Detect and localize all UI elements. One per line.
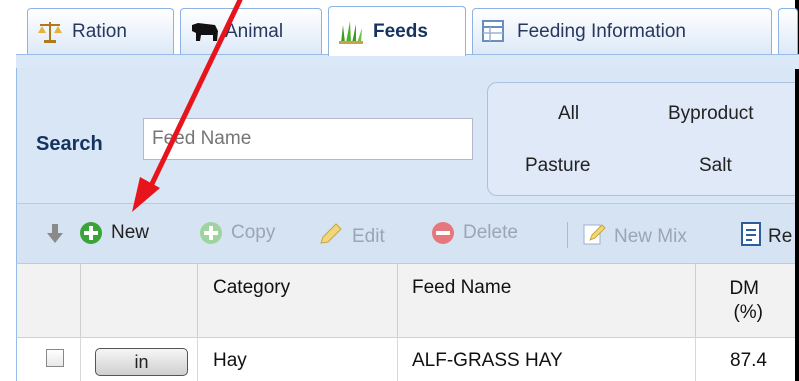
row-feed-name: ALF-GRASS HAY <box>412 350 563 371</box>
row-select-checkbox[interactable] <box>46 349 64 367</box>
new-button-label: New <box>111 222 150 243</box>
row-category: Hay <box>213 350 247 371</box>
pencil-icon <box>318 222 344 252</box>
delete-button-label: Delete <box>463 222 518 243</box>
tab-feeds[interactable]: Feeds <box>328 6 466 56</box>
filter-byproduct[interactable]: Byproduct <box>668 103 754 125</box>
column-header-dm[interactable]: DM (%) <box>695 263 795 337</box>
category-filter-group <box>487 82 795 196</box>
feed-name-search-input[interactable] <box>143 118 473 160</box>
move-down-button[interactable] <box>46 222 64 250</box>
edit-button-label: Edit <box>352 226 385 247</box>
delete-button[interactable]: Delete <box>432 222 518 244</box>
new-mix-button-label: New Mix <box>614 226 687 247</box>
row-divider <box>397 337 398 381</box>
toolbar-separator <box>567 222 568 248</box>
plus-icon <box>200 222 222 244</box>
copy-button-label: Copy <box>231 222 276 243</box>
copy-button[interactable]: Copy <box>200 222 275 244</box>
filter-salt[interactable]: Salt <box>699 155 732 177</box>
cow-icon <box>189 19 218 45</box>
column-header-dm-label: DM <box>729 278 759 299</box>
column-header-category[interactable]: Category <box>197 263 397 337</box>
filter-pasture[interactable]: Pasture <box>525 155 590 177</box>
tab-ration[interactable]: Ration <box>27 8 174 54</box>
report-button-label: Re <box>768 226 793 247</box>
grass-icon <box>337 19 365 45</box>
new-button[interactable]: New <box>80 222 149 244</box>
row-dm-value: 87.4 <box>730 350 767 371</box>
new-mix-icon <box>582 222 606 252</box>
table-icon <box>481 19 509 45</box>
row-divider <box>695 337 696 381</box>
scale-icon <box>36 19 64 45</box>
include-button[interactable]: in <box>95 348 188 376</box>
minus-icon <box>432 222 454 244</box>
new-mix-button[interactable]: New Mix <box>582 222 687 252</box>
plus-icon <box>80 222 102 244</box>
tab-feeding-information[interactable]: Feeding Information <box>472 8 772 54</box>
tab-feeds-label: Feeds <box>373 20 428 42</box>
filter-all[interactable]: All <box>558 103 579 125</box>
tab-animal[interactable]: Animal <box>180 8 322 54</box>
report-icon <box>740 222 762 252</box>
column-header-category-label: Category <box>213 277 291 298</box>
column-header-dm-unit: (%) <box>733 302 763 323</box>
column-header-feed-name-label: Feed Name <box>412 277 512 298</box>
tab-feeding-information-label: Feeding Information <box>517 20 686 42</box>
tab-animal-label: Animal <box>225 20 284 42</box>
row-divider <box>197 337 198 381</box>
tab-overflow[interactable] <box>778 8 798 54</box>
column-header-feed-name[interactable]: Feed Name <box>397 263 695 337</box>
edit-button[interactable]: Edit <box>318 222 385 252</box>
column-header-action <box>80 263 197 337</box>
search-label: Search <box>36 133 103 155</box>
down-arrow-icon <box>46 222 64 250</box>
row-divider <box>80 337 81 381</box>
tab-strip-baseline <box>16 54 799 69</box>
tab-ration-label: Ration <box>72 20 127 42</box>
report-button[interactable]: Re <box>740 222 792 252</box>
